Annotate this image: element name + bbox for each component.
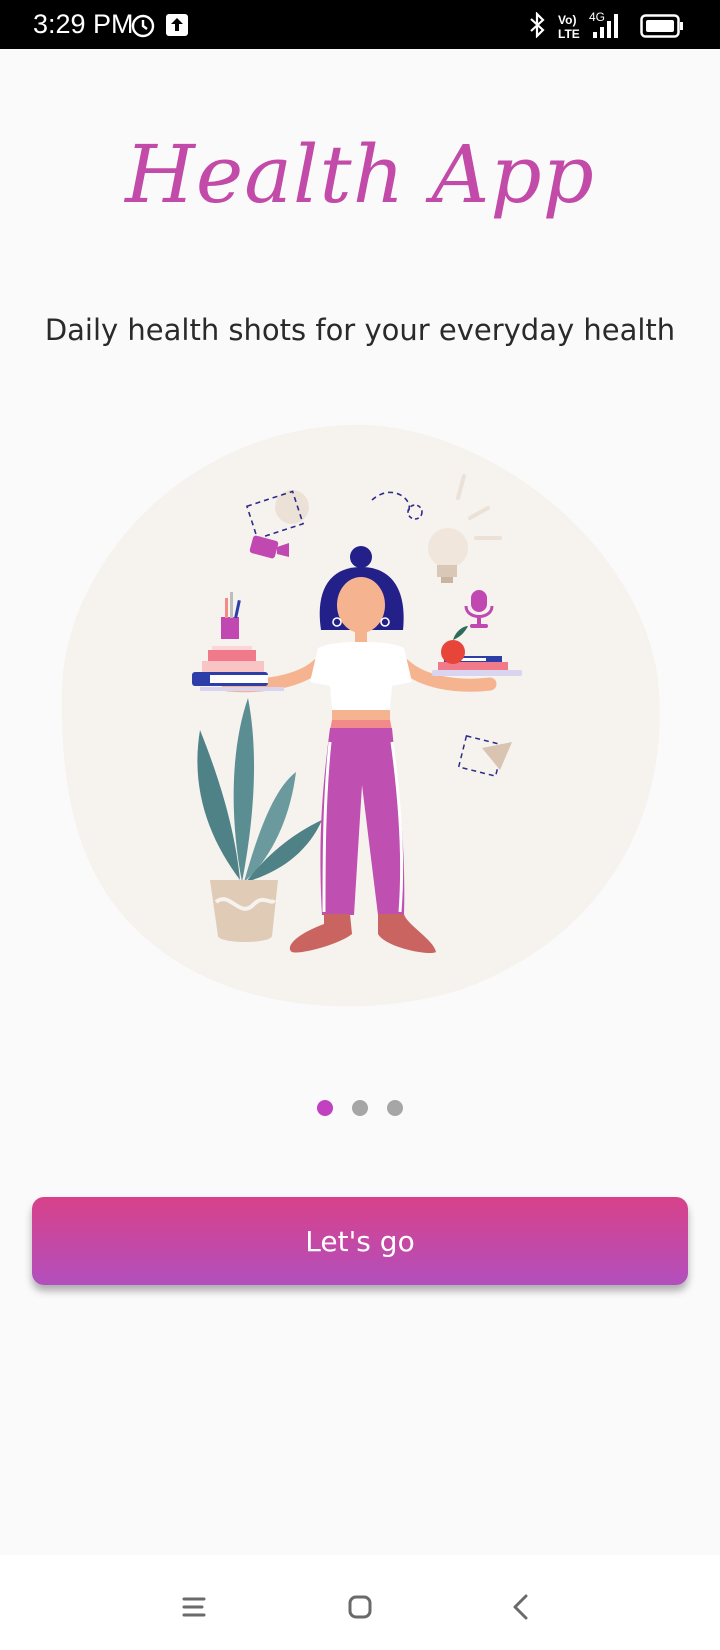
home-icon[interactable] — [338, 1585, 382, 1629]
pager-dot-active[interactable] — [316, 1100, 333, 1116]
app-title: Health App — [125, 128, 595, 221]
alarm-icon — [131, 14, 155, 38]
pager-dots — [0, 1100, 720, 1118]
svg-text:LTE: LTE — [558, 27, 580, 40]
svg-text:Vo): Vo) — [558, 13, 576, 27]
tagline: Daily health shots for your everyday hea… — [44, 313, 676, 347]
signal-4g-icon: 4G — [589, 10, 618, 38]
back-icon[interactable] — [500, 1585, 544, 1629]
navigation-bar — [0, 1555, 720, 1650]
menu-icon[interactable] — [172, 1585, 216, 1629]
lets-go-button[interactable]: Let's go — [32, 1197, 688, 1285]
volte-icon: Vo) LTE — [558, 13, 580, 40]
battery-icon — [640, 14, 683, 38]
pager-dot[interactable] — [387, 1100, 404, 1116]
svg-text:4G: 4G — [589, 10, 605, 24]
onboarding-illustration — [61, 424, 660, 1007]
upload-icon — [166, 14, 188, 36]
status-bar: 3:29 PM Vo) LTE 4G — [0, 0, 720, 49]
pager-dot[interactable] — [352, 1100, 368, 1116]
status-time: 3:29 PM — [33, 9, 134, 39]
bluetooth-icon — [530, 12, 545, 38]
